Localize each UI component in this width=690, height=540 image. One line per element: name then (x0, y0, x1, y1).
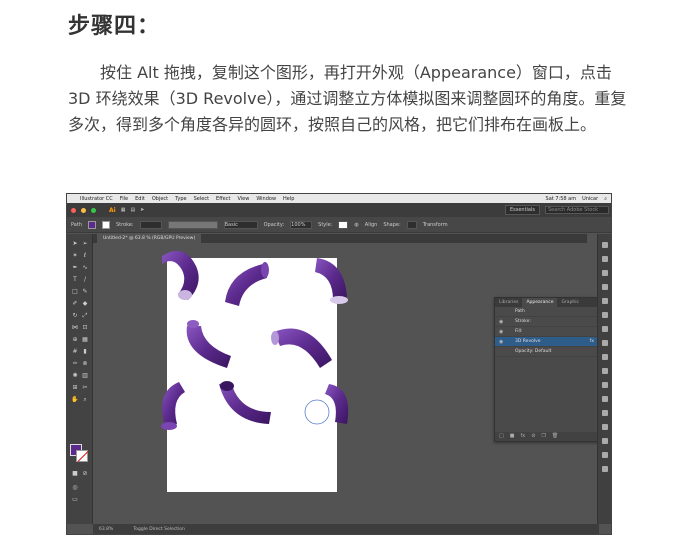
step-paragraph: 按住 Alt 拖拽，复制这个图形，再打开外观（Appearance）窗口，点击 … (68, 60, 628, 138)
arc-5[interactable] (271, 328, 332, 369)
paragraph-icon[interactable] (602, 424, 608, 430)
eye-icon[interactable]: ◉ (499, 317, 503, 327)
arc-2[interactable] (225, 262, 269, 306)
graphic-styles-icon[interactable] (602, 396, 608, 402)
pathfinder-icon[interactable] (602, 466, 608, 472)
arc-6[interactable] (161, 382, 185, 430)
transparency-icon[interactable] (602, 368, 608, 374)
fx-icon[interactable]: fx (590, 337, 594, 347)
arc-7[interactable] (219, 381, 271, 424)
illustrator-screenshot: Illustrator CC File Edit Object Type Sel… (66, 193, 612, 535)
transform-panel-icon[interactable] (602, 438, 608, 444)
row-label: Stroke: (515, 319, 531, 324)
clear-appearance-icon[interactable]: ⊘ (531, 432, 535, 441)
appearance-icon[interactable] (602, 382, 608, 388)
libraries-icon[interactable] (602, 270, 608, 276)
row-label: Path (515, 309, 525, 314)
gradient-panel-icon[interactable] (602, 354, 608, 360)
row-label: Opacity: Default (515, 349, 552, 354)
zoom-level[interactable]: 63.8% (99, 527, 113, 532)
status-bar: 63.8% Toggle Direct Selection (93, 524, 599, 534)
step-paragraph-text: 按住 Alt 拖拽，复制这个图形，再打开外观（Appearance）窗口，点击 … (68, 63, 627, 134)
swatches-icon[interactable] (602, 298, 608, 304)
row-label: 3D Revolve (515, 339, 541, 344)
appearance-panel: Libraries Appearance Graphic Path ◉ Strok… (494, 297, 599, 442)
panel-tabs: Libraries Appearance Graphic (495, 298, 598, 307)
panel-footer: □ ■ fx ⊘ ❐ 🗑 (495, 432, 598, 441)
properties-icon[interactable] (602, 242, 608, 248)
row-label: Fill: (515, 329, 523, 334)
arc-4[interactable] (186, 320, 231, 368)
eye-icon[interactable]: ◉ (499, 327, 503, 337)
add-fill-icon[interactable]: ■ (510, 432, 515, 441)
brushes-icon[interactable] (602, 312, 608, 318)
character-icon[interactable] (602, 410, 608, 416)
align-panel-icon[interactable] (602, 452, 608, 458)
right-panel-dock (597, 234, 611, 524)
tab-graphic-styles[interactable]: Graphic (557, 298, 583, 307)
tab-libraries[interactable]: Libraries (495, 298, 522, 307)
symbols-icon[interactable] (602, 326, 608, 332)
eye-icon[interactable]: ◉ (499, 337, 503, 347)
add-stroke-icon[interactable]: □ (499, 432, 504, 441)
arc-1[interactable] (162, 250, 199, 300)
add-effect-icon[interactable]: fx (520, 432, 525, 441)
appearance-row-stroke[interactable]: ◉ Stroke: (495, 317, 598, 327)
appearance-row-opacity[interactable]: Opacity: Default (495, 347, 598, 357)
arc-8[interactable] (304, 384, 349, 425)
color-icon[interactable] (602, 284, 608, 290)
duplicate-item-icon[interactable]: ❐ (541, 432, 545, 441)
appearance-row-fill[interactable]: ◉ Fill: (495, 327, 598, 337)
step-heading: 步骤四： (68, 14, 161, 39)
delete-item-icon[interactable]: 🗑 (552, 432, 558, 441)
appearance-row-path[interactable]: Path (495, 307, 598, 317)
arc-3[interactable] (315, 258, 348, 304)
stroke-panel-icon[interactable] (602, 340, 608, 346)
status-tool: Toggle Direct Selection (133, 526, 185, 532)
tab-appearance[interactable]: Appearance (522, 298, 558, 307)
appearance-row-3d-revolve[interactable]: ◉ 3D Revolve fx (495, 337, 598, 347)
layers-icon[interactable] (602, 256, 608, 262)
